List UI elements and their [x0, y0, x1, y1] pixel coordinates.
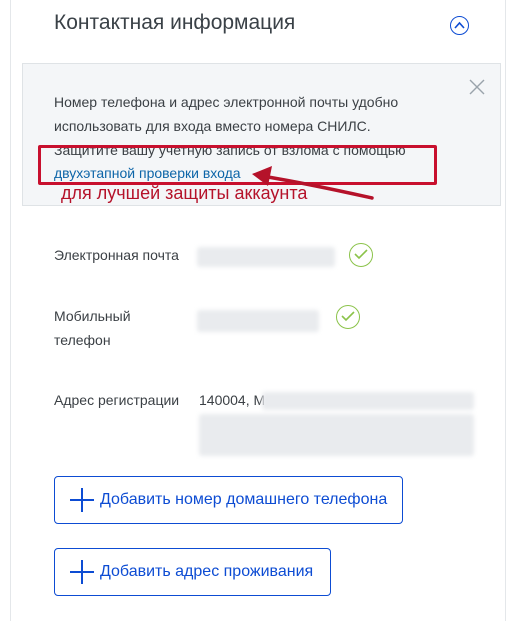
info-text-line-1: Номер телефона и адрес электронной почты…: [54, 94, 399, 110]
address-line-2-redacted: [199, 414, 474, 456]
chevron-up-icon: [454, 21, 465, 29]
phone-label-line-2: телефон: [54, 332, 111, 348]
add-home-phone-button[interactable]: Добавить номер домашнего телефона: [54, 476, 403, 524]
add-address-label: Добавить адрес проживания: [100, 563, 314, 580]
close-icon[interactable]: [468, 78, 486, 96]
checkmark-circle-icon: [354, 249, 368, 260]
phone-verified-badge: [336, 305, 360, 329]
annotation-text: для лучшей защиты аккаунта: [61, 183, 308, 203]
plus-icon: [70, 560, 94, 584]
address-label: Адрес регистрации: [54, 392, 180, 408]
address-visible-fragment: 140004, М: [199, 392, 266, 408]
phone-value-redacted: [197, 310, 319, 332]
address-line-1-redacted: [262, 392, 474, 410]
phone-label-line-1: Мобильный: [54, 308, 131, 324]
card-right-border: [505, 0, 506, 621]
card-left-border: [10, 0, 11, 621]
add-home-phone-label: Добавить номер домашнего телефона: [100, 491, 388, 508]
email-verified-badge: [349, 243, 373, 267]
email-label: Электронная почта: [54, 247, 179, 263]
checkmark-circle-icon: [341, 311, 355, 322]
add-address-button[interactable]: Добавить адрес проживания: [54, 548, 331, 596]
email-value-redacted: [197, 247, 335, 267]
plus-icon: [70, 488, 94, 512]
info-text-line-2: использовать для входа вместо номера СНИ…: [54, 118, 371, 134]
section-title: Контактная информация: [54, 11, 296, 34]
collapse-button[interactable]: [450, 16, 469, 35]
